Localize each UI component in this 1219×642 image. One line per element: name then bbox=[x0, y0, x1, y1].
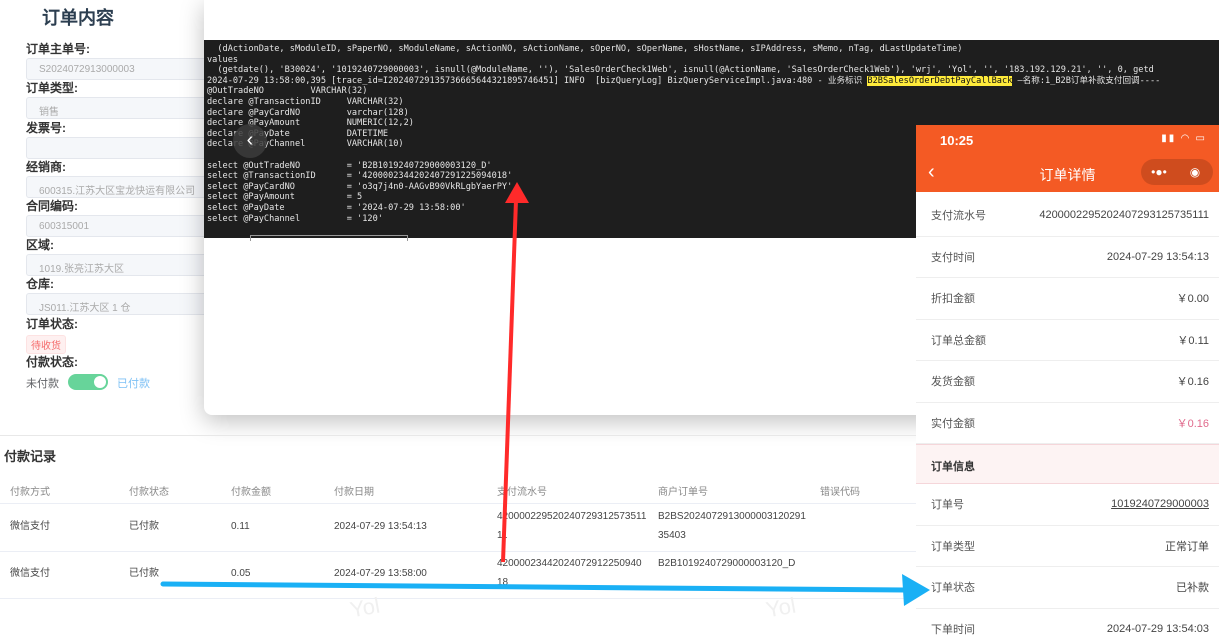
field-label: 区域: bbox=[26, 238, 54, 252]
terminal-line: select @PayCardNO = 'o3q7j4n0-AAGvB90VkR… bbox=[207, 181, 513, 192]
column-header: 支付流水号 bbox=[497, 487, 547, 498]
pay-off-label: 未付款 bbox=[26, 378, 59, 390]
field-label: 订单主单号: bbox=[26, 42, 90, 56]
field-label: 仓库: bbox=[26, 277, 54, 291]
terminal-line: declare @PayAmount NUMERIC(12,2) bbox=[207, 118, 414, 129]
field-input[interactable] bbox=[26, 137, 226, 159]
terminal-line: @OutTradeNO VARCHAR(32) bbox=[207, 86, 368, 97]
status-bar: 10:25 ▮▮ ◠ ▭ bbox=[916, 125, 1219, 155]
close-circle-icon[interactable]: ◉ bbox=[1177, 165, 1213, 179]
terminal-line: select @PayAmount = 5 bbox=[207, 192, 363, 203]
pay-on-label: 已付款 bbox=[117, 378, 150, 390]
detail-row: 发货金额 ￥0.16 bbox=[916, 361, 1219, 403]
table-cell: 42000022952024072931257351111 bbox=[497, 511, 647, 541]
column-header: 商户订单号 bbox=[658, 487, 708, 498]
detail-row: 折扣金额 ￥0.00 bbox=[916, 278, 1219, 320]
info-row[interactable]: 订单号 1019240729000003 bbox=[916, 484, 1219, 526]
detail-row: 实付金额 ￥0.16 bbox=[916, 403, 1219, 444]
table-cell: 2024-07-29 13:54:13 bbox=[334, 521, 427, 532]
field-input[interactable]: JS011.江苏大区 1 仓 bbox=[26, 293, 226, 315]
terminal-line: declare @TransactionID VARCHAR(32) bbox=[207, 96, 404, 107]
watermark: Yol bbox=[347, 592, 382, 623]
table-cell: 已付款 bbox=[129, 521, 159, 532]
terminal-line: (getdate(), 'B30024', '1019240729000003'… bbox=[207, 65, 1154, 76]
terminal-line: select @TransactionID = '420000234420240… bbox=[207, 171, 513, 182]
column-header: 付款日期 bbox=[334, 487, 374, 498]
form-title: 订单内容 bbox=[42, 8, 114, 28]
watermark: Yol bbox=[763, 592, 798, 623]
log-line: 2024-07-29 13:58:00,395 [trace_id=I20240… bbox=[207, 75, 1161, 86]
highlighted-biz-key: B2BSalesOrderDebtPayCallBack bbox=[867, 75, 1013, 86]
detail-row: 订单总金额 ￥0.11 bbox=[916, 320, 1219, 361]
mini-program-capsule: •●• ◉ bbox=[1141, 159, 1213, 185]
terminal-line: (dActionDate, sModuleID, sPaperNO, sModu… bbox=[207, 44, 963, 54]
order-info-section: 订单信息 bbox=[916, 444, 1219, 484]
field-input[interactable]: 销售 bbox=[26, 97, 226, 119]
terminal-line: select @PayDate = '2024-07-29 13:58:00' bbox=[207, 202, 466, 213]
order-status-label: 订单状态: bbox=[26, 317, 78, 331]
pay-status-label: 付款状态: bbox=[26, 355, 78, 369]
table-cell: B2BS202407291300000312029135403 bbox=[658, 511, 806, 541]
table-cell: 4200002344202407291225094018 bbox=[497, 558, 642, 588]
scroll-box bbox=[250, 235, 408, 241]
row-divider bbox=[0, 551, 917, 552]
payments-title: 付款记录 bbox=[4, 449, 57, 464]
row-divider bbox=[0, 503, 917, 504]
terminal-line: values bbox=[207, 54, 239, 65]
column-header: 错误代码 bbox=[820, 487, 860, 498]
table-cell: 微信支付 bbox=[10, 521, 50, 532]
more-icon[interactable]: •●• bbox=[1141, 165, 1177, 179]
signal-wifi-battery-icon: ▮▮ ◠ ▭ bbox=[1161, 133, 1207, 144]
pay-status-toggle[interactable] bbox=[68, 374, 108, 390]
info-row: 订单类型 正常订单 bbox=[916, 526, 1219, 567]
phone-screen: 10:25 ▮▮ ◠ ▭ ‹ 订单详情 •●• ◉ 支付流水号 420000229… bbox=[916, 125, 1219, 642]
field-input[interactable]: S2024072913000003 bbox=[26, 58, 226, 80]
divider bbox=[0, 435, 917, 436]
nav-bar: ‹ 订单详情 •●• ◉ bbox=[916, 155, 1219, 192]
field-input[interactable]: 1019.张亮江苏大区 bbox=[26, 254, 226, 276]
terminal-line: declare @PayCardNO varchar(128) bbox=[207, 107, 409, 118]
order-status-badge: 待收货 bbox=[26, 335, 66, 354]
status-time: 10:25 bbox=[940, 133, 974, 148]
field-label: 合同编码: bbox=[26, 199, 78, 213]
toggle-knob bbox=[94, 376, 106, 388]
table-cell: 2024-07-29 13:58:00 bbox=[334, 568, 427, 579]
table-cell: B2B1019240729000003120_D bbox=[658, 558, 796, 569]
field-input[interactable]: 600315001 bbox=[26, 215, 226, 237]
column-header: 付款方式 bbox=[10, 487, 50, 498]
detail-row: 支付时间 2024-07-29 13:54:13 bbox=[916, 237, 1219, 278]
field-input[interactable]: 600315.江苏大区宝龙快运有限公司 bbox=[26, 176, 226, 198]
column-header: 付款状态 bbox=[129, 487, 169, 498]
table-cell: 已付款 bbox=[129, 568, 159, 579]
detail-row: 支付流水号 4200002295202407293125735111 bbox=[916, 195, 1219, 237]
table-cell: 微信支付 bbox=[10, 568, 50, 579]
info-row: 订单状态 已补款 bbox=[916, 567, 1219, 609]
terminal-line: select @PayChannel = '120' bbox=[207, 213, 383, 224]
field-label: 经销商: bbox=[26, 160, 66, 174]
info-row: 下单时间 2024-07-29 13:54:03 bbox=[916, 609, 1219, 642]
table-cell: 0.11 bbox=[231, 521, 250, 532]
field-label: 发票号: bbox=[26, 121, 66, 135]
back-chevron-button[interactable]: ‹ bbox=[233, 124, 267, 158]
terminal-line: select @OutTradeNO = 'B2B101924072900000… bbox=[207, 160, 492, 171]
column-header: 付款金额 bbox=[231, 487, 271, 498]
table-cell: 0.05 bbox=[231, 568, 251, 579]
field-label: 订单类型: bbox=[26, 81, 78, 95]
